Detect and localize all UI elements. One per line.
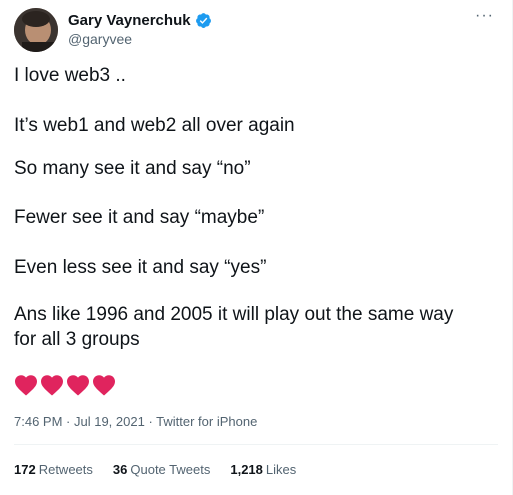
retweets-label: Retweets: [38, 462, 93, 477]
retweets-count: 172: [14, 462, 36, 477]
engagement-stats: 172 Retweets 36 Quote Tweets 1,218 Likes: [14, 462, 296, 477]
quote-tweets-stat[interactable]: 36 Quote Tweets: [113, 462, 210, 477]
author-handle[interactable]: @garyvee: [68, 31, 132, 47]
divider: [14, 444, 498, 445]
emoji-row: [14, 374, 116, 396]
meta-separator: ·: [144, 414, 157, 429]
tweet-line: Fewer see it and say “maybe”: [14, 207, 265, 228]
tweet-line: Ans like 1996 and 2005 it will play out …: [14, 304, 454, 325]
avatar[interactable]: [14, 8, 58, 52]
tweet-line: I love web3 ..: [14, 65, 126, 86]
tweet-line: So many see it and say “no”: [14, 158, 251, 179]
red-heart-icon: [15, 375, 37, 396]
meta-separator: ·: [62, 414, 74, 429]
red-heart-icon: [41, 375, 63, 396]
tweet-card: Gary Vaynerchuk @garyvee ··· I love web3…: [0, 0, 513, 495]
tweet-line: Even less see it and say “yes”: [14, 257, 267, 278]
red-heart-icon: [67, 375, 89, 396]
quotes-count: 36: [112, 462, 128, 477]
avatar-image: [14, 8, 58, 52]
author-name[interactable]: Gary Vaynerchuk: [68, 12, 191, 29]
retweets-stat[interactable]: 172 Retweets: [14, 462, 93, 477]
tweet-time[interactable]: 7:46 PM: [14, 414, 62, 429]
tweet-date[interactable]: Jul 19, 2021: [74, 414, 145, 429]
likes-label: Likes: [265, 462, 297, 477]
tweet-source[interactable]: Twitter for iPhone: [156, 414, 257, 429]
likes-stat[interactable]: 1,218 Likes: [230, 462, 296, 477]
likes-count: 1,218: [230, 462, 263, 477]
quotes-label: Quote Tweets: [130, 462, 211, 477]
tweet-line: for all 3 groups: [14, 329, 140, 350]
tweet-line: It’s web1 and web2 all over again: [14, 115, 295, 136]
author-name-row: Gary Vaynerchuk: [68, 12, 212, 29]
tweet-meta: 7:46 PM · Jul 19, 2021 · Twitter for iPh…: [14, 414, 257, 429]
verified-badge-icon: [195, 13, 211, 28]
red-heart-icon: [93, 375, 115, 396]
more-options-icon[interactable]: ···: [475, 8, 494, 24]
